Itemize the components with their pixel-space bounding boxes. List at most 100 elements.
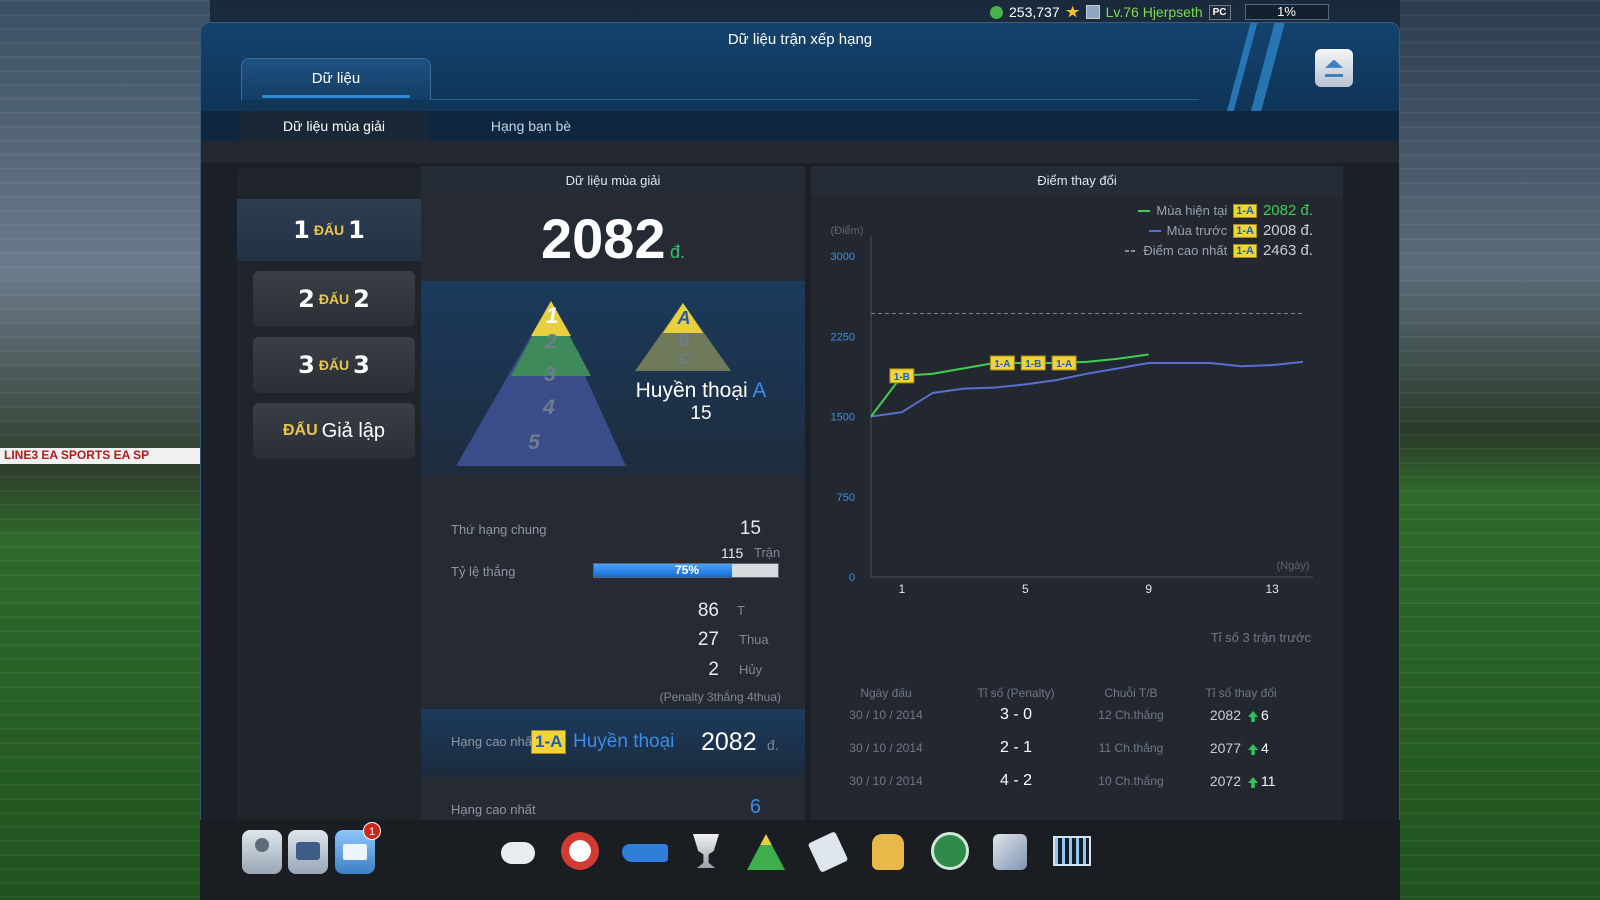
arrow-up-icon [1248,744,1258,755]
match-points: 2077 [1209,740,1241,756]
tier-badge-label: 1-B [894,372,910,383]
match-points: 2072 [1209,773,1241,789]
arrow-up-icon [1248,777,1258,788]
ad-board: LINE3 EA SPORTS EA SP [0,448,205,464]
overall-rank-label: Thứ hạng chung [451,522,547,537]
cancel-value: 2 [708,659,719,680]
chat-button[interactable] [288,830,328,874]
peak-score-value: 2082 [701,728,757,756]
subtab-friend-ranking[interactable]: Hạng bạn bè [471,111,591,141]
pyramid-tier-label: C [678,351,690,368]
mail-button[interactable]: 1 [335,822,381,874]
whistle-button[interactable] [498,830,538,874]
jersey-button[interactable] [868,830,908,874]
club-icon [931,832,969,870]
winrate-label: Tỷ lệ thắng [451,564,516,579]
points-change-panel: Điểm thay đổi Mùa hiện tại 1-A 2082 đ. M… [811,166,1343,821]
mode-simulation-button[interactable]: ĐẤU Giả lập [253,403,415,459]
tier-badge: 1-A [1051,355,1077,371]
mode-word: ĐẤU [282,422,318,439]
y-tick-label: 750 [837,492,855,504]
losses-value: 27 [697,629,719,650]
mode-3v3-button[interactable]: 3 ĐẤU 3 [253,337,415,393]
whistle-icon [501,842,535,864]
player-level: Lv.76 Hjerpseth [1105,4,1203,20]
profile-button[interactable] [242,830,282,874]
coin-amount: 253,737 [1009,4,1060,20]
x-tick-label: 9 [1145,582,1152,596]
mode-word: ĐẤU [318,291,350,307]
pyramid-tier-label: A [677,308,691,328]
league-pyramid-button[interactable] [746,830,786,874]
tier-badge: 1-B [1020,355,1046,371]
winrate-bar-text: 75% [674,563,700,577]
mail-notification-badge: 1 [363,822,381,840]
recent-matches-title: Tỉ số 3 trận trước [1210,630,1311,645]
trophy-button[interactable] [686,830,726,874]
top-status-bar: 253,737 Lv.76 Hjerpseth PC 1% [990,0,1600,24]
ball-button[interactable] [560,830,600,874]
close-button[interactable] [1315,49,1353,87]
profile-icon [255,838,269,852]
arrow-up-icon [1248,711,1258,722]
match-score: 4 - 2 [999,772,1032,789]
jersey-icon [872,834,904,870]
mode-word: ĐẤU [318,357,350,373]
coin-icon [990,5,1003,19]
card-button[interactable] [990,830,1030,874]
mode-number: 2 [353,285,370,313]
mode-number: 1 [293,216,310,244]
match-streak: 11 Ch.thắng [1098,741,1164,755]
overall-rank-value: 15 [739,518,761,539]
eject-icon [1325,59,1343,68]
mode-2v2-button[interactable]: 2 ĐẤU 2 [253,271,415,327]
match-points: 2082 [1209,707,1241,723]
pyramid-tier-label: B [678,333,690,350]
bottom-dock: 1 [200,820,1400,900]
season-data-panel: Dữ liệu mùa giải 2082 đ. 1 2 3 4 5 A B C… [421,166,805,821]
series-line-previous-season [870,360,1304,418]
trophy-icon [693,834,719,868]
peak-score-unit: đ. [767,737,779,753]
match-date: 30 / 10 / 2014 [849,708,923,722]
club-button[interactable] [930,830,970,874]
x-axis-unit: (Ngày) [1276,560,1309,572]
losses-label: Thua [739,632,769,647]
match-date: 30 / 10 / 2014 [849,774,923,788]
x-tick-label: 13 [1265,582,1279,596]
pyramid-tier-label: 5 [528,431,540,454]
peak-rank-band: Hạng cao nhất 1-A Huyền thoại 2082 đ. [421,709,805,777]
pyramid-tier-label: 3 [544,363,556,386]
tab-data[interactable]: Dữ liệu [241,58,431,100]
chart-panel-header: Điểm thay đổi [811,166,1343,196]
wins-label: T [737,603,745,618]
matches-count: 115 [721,545,744,561]
x-tick-label: 5 [1022,582,1029,596]
league-pyramid-icon [747,834,785,870]
notepad-icon [807,831,849,873]
mode-number: 1 [348,216,365,244]
match-score: 3 - 0 [999,706,1032,723]
matches-unit: Trận [754,545,781,560]
y-tick-label: 2250 [831,331,855,343]
subtab-season-data[interactable]: Dữ liệu mùa giải [239,111,429,141]
mode-simulation-label: Giả lập [321,419,386,442]
y-tick-label: 0 [849,572,855,584]
pyramid-tier-label: 4 [543,396,555,419]
progress-indicator: 1% [1244,4,1329,20]
peak-rank-name: Huyền thoại [573,731,675,752]
tier-badge-label: 1-A [1056,359,1072,370]
subtab-strip [201,141,1399,163]
shop-cart-button[interactable] [1052,830,1092,874]
mode-1v1-button[interactable]: 1 ĐẤU 1 [237,199,421,261]
season-score-value: 2082 [540,207,666,270]
ball-icon [561,832,599,870]
tier-badge-label: 1-A [994,359,1010,370]
current-rank-number: 15 [690,403,712,424]
tier-badge: 1-A [989,355,1015,371]
mode-word: ĐẤU [313,222,345,238]
y-axis-unit: (Điểm) [831,225,864,237]
boots-button[interactable] [620,830,670,874]
notepad-button[interactable] [807,830,849,874]
star-icon [1065,5,1080,18]
